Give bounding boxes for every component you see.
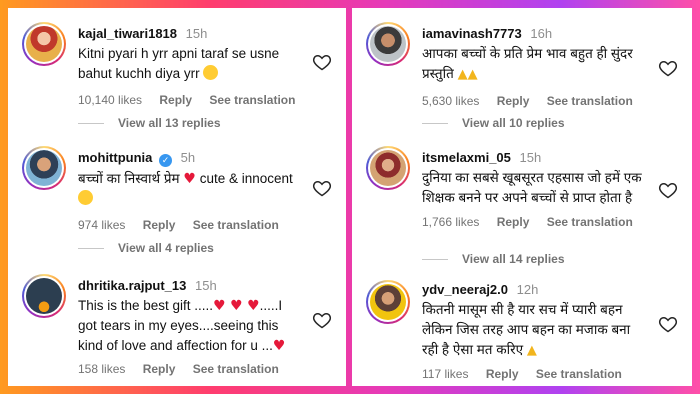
avatar[interactable] [366, 146, 410, 190]
timestamp: 16h [530, 26, 553, 41]
heart-emoji-icon: ♥ ♥ ♥ [213, 298, 260, 314]
comment-meta: 117 likes Reply See translation [422, 367, 648, 381]
comment-text: Kitni pyari h yrr apni taraf se usne bah… [78, 46, 280, 81]
view-replies-button[interactable]: View all 14 replies [422, 252, 565, 266]
comment-text: आपका बच्चों के प्रति प्रेम भाव बहुत ही स… [422, 46, 633, 82]
heart-emoji-icon: ♥ [272, 338, 286, 354]
likes-count[interactable]: 117 likes [422, 367, 468, 381]
see-translation-button[interactable]: See translation [547, 94, 633, 108]
heart-outline-icon[interactable] [312, 310, 332, 330]
heart-emoji-icon: ♥ [183, 171, 196, 187]
heart-outline-icon[interactable] [312, 52, 332, 72]
smiling-face-emoji-icon [78, 190, 93, 205]
see-translation-button[interactable]: See translation [536, 367, 622, 381]
comment-meta: 10,140 likes Reply See translation [78, 93, 302, 107]
heart-outline-icon[interactable] [312, 178, 332, 198]
view-replies-button[interactable]: View all 13 replies [78, 116, 221, 130]
reply-button[interactable]: Reply [143, 362, 176, 376]
view-replies-button[interactable]: View all 4 replies [78, 241, 214, 255]
likes-count[interactable]: 5,630 likes [422, 94, 479, 108]
avatar[interactable] [22, 274, 66, 318]
reply-button[interactable]: Reply [497, 94, 530, 108]
see-translation-button[interactable]: See translation [193, 362, 279, 376]
heart-outline-icon[interactable] [658, 314, 678, 334]
comment-text: This is the best gift .....♥ ♥ ♥.....I g… [78, 298, 286, 354]
username[interactable]: ydv_neeraj2.0 [422, 282, 508, 297]
comment-text: कितनी मासूम सी है यार सच में प्यारी बहन … [422, 302, 631, 358]
comment-meta: 5,630 likes Reply See translation [422, 94, 648, 108]
view-replies-button[interactable]: View all 10 replies [422, 116, 565, 130]
avatar[interactable] [22, 22, 66, 66]
verified-badge-icon: ✓ [159, 154, 173, 167]
heart-eyes-emoji-icon [203, 65, 219, 80]
comment-text: दुनिया का सबसे खूबसूरत एहसास जो हमें एक … [422, 170, 642, 205]
timestamp: 15h [195, 278, 217, 293]
comments-panel-right: iamavinash7773 16h आपका बच्चों के प्रति … [352, 8, 692, 386]
username[interactable]: itsmelaxmi_05 [422, 150, 511, 165]
heart-outline-icon[interactable] [658, 180, 678, 200]
reply-button[interactable]: Reply [143, 218, 176, 232]
username[interactable]: kajal_tiwari1818 [78, 26, 177, 41]
avatar[interactable] [366, 280, 410, 324]
likes-count[interactable]: 1,766 likes [422, 215, 479, 229]
reply-button[interactable]: Reply [159, 93, 192, 107]
timestamp: 15h [185, 26, 208, 41]
timestamp: 15h [519, 150, 542, 165]
avatar[interactable] [366, 22, 410, 66]
username[interactable]: iamavinash7773 [422, 26, 522, 41]
username[interactable]: dhritika.rajput_13 [78, 278, 186, 293]
comment-meta: 158 likes Reply See translation [78, 362, 302, 376]
timestamp: 12h [516, 282, 539, 297]
likes-count[interactable]: 10,140 likes [78, 93, 142, 107]
comment-text: बच्चों का निस्वार्थ प्रेम ♥ cute & innoc… [78, 169, 302, 209]
see-translation-button[interactable]: See translation [547, 215, 633, 229]
comment-meta: 1,766 likes Reply See translation [422, 215, 648, 229]
reply-button[interactable]: Reply [497, 215, 530, 229]
likes-count[interactable]: 974 likes [78, 218, 125, 232]
avatar[interactable] [22, 146, 66, 190]
username[interactable]: mohittpunia [78, 150, 152, 165]
timestamp: 5h [180, 150, 196, 165]
comment-meta: 974 likes Reply See translation [78, 218, 302, 232]
reply-button[interactable]: Reply [486, 367, 519, 381]
likes-count[interactable]: 158 likes [78, 362, 125, 376]
comments-panel-left: kajal_tiwari1818 15h Kitni pyari h yrr a… [8, 8, 346, 386]
folded-hands-emoji-icon: ▲▲ [457, 67, 478, 82]
heart-outline-icon[interactable] [658, 58, 678, 78]
see-translation-button[interactable]: See translation [193, 218, 279, 232]
see-translation-button[interactable]: See translation [209, 93, 295, 107]
folded-hands-emoji-icon: ▲ [526, 343, 537, 358]
